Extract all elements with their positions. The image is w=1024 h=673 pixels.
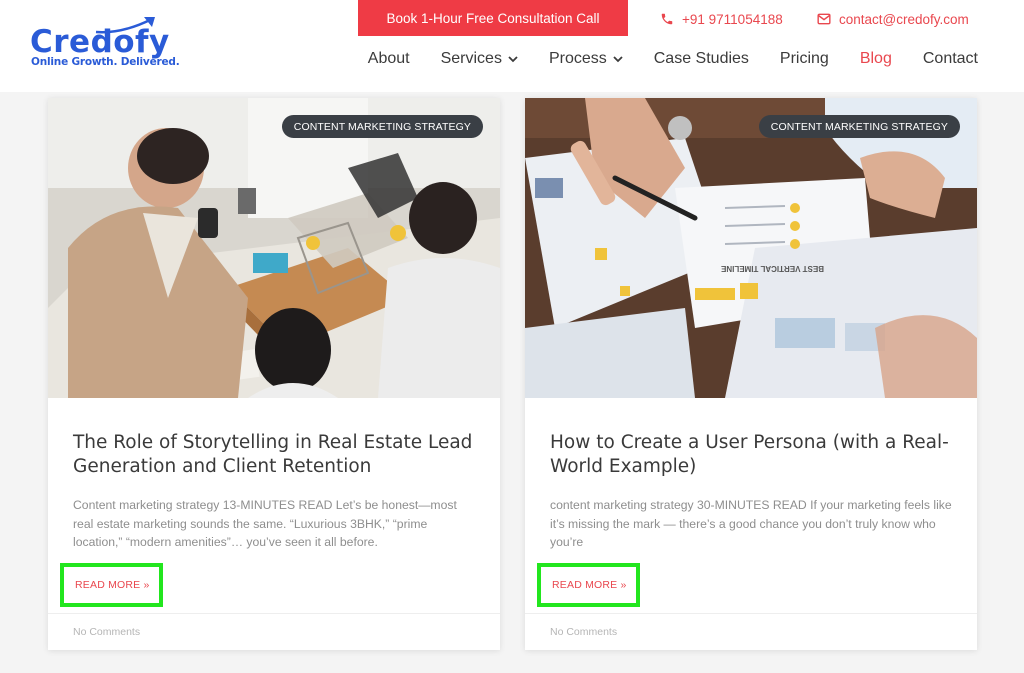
read-more-link[interactable]: READ MORE » (537, 563, 640, 607)
card-divider (48, 613, 500, 614)
blog-post-card: BEST VERTICAL TIMELINE CONTENT MARKETING… (525, 98, 977, 650)
nav-item-case-studies[interactable]: Case Studies (654, 50, 749, 68)
real-estate-meeting-image (48, 98, 500, 398)
category-label: CONTENT MARKETING STRATEGY (293, 120, 471, 133)
email-address: contact@credofy.com (839, 11, 969, 27)
blog-post-card: CONTENT MARKETING STRATEGY The Role of S… (48, 98, 500, 650)
nav-label: Contact (922, 50, 978, 67)
post-title[interactable]: How to Create a User Persona (with a Rea… (550, 431, 960, 479)
credofy-logo[interactable]: Credofy Online Growth. Delivered. (30, 14, 180, 70)
envelope-icon (817, 13, 831, 25)
timeline-heading: BEST VERTICAL TIMELINE (720, 264, 824, 273)
nav-label: About (367, 50, 410, 67)
post-thumbnail[interactable]: CONTENT MARKETING STRATEGY (48, 98, 500, 398)
book-consultation-button[interactable]: Book 1-Hour Free Consultation Call (358, 0, 628, 36)
comments-count: No Comments (550, 626, 618, 638)
chevron-down-icon (613, 56, 623, 63)
read-more-label: READ MORE » (75, 579, 150, 591)
post-thumbnail[interactable]: BEST VERTICAL TIMELINE CONTENT MARKETING… (525, 98, 977, 398)
read-more-link[interactable]: READ MORE » (60, 563, 163, 607)
post-title[interactable]: The Role of Storytelling in Real Estate … (73, 431, 483, 479)
phone-link[interactable]: +91 9711054188 (660, 10, 783, 28)
card-divider (525, 613, 977, 614)
user-persona-planning-image: BEST VERTICAL TIMELINE (525, 98, 977, 398)
phone-icon (661, 13, 673, 25)
nav-item-contact[interactable]: Contact (923, 50, 978, 68)
email-link[interactable]: contact@credofy.com (817, 10, 969, 28)
nav-item-pricing[interactable]: Pricing (780, 50, 829, 68)
chevron-down-icon (508, 56, 518, 63)
nav-label: Pricing (779, 50, 829, 67)
post-excerpt: content marketing strategy 30-MINUTES RE… (550, 498, 952, 549)
book-consultation-label: Book 1-Hour Free Consultation Call (386, 10, 600, 26)
nav-label: Process (548, 50, 607, 67)
site-header: Credofy Online Growth. Delivered. Book 1… (0, 0, 1024, 92)
nav-item-about[interactable]: About (368, 50, 410, 68)
growth-arrow-icon (95, 17, 155, 34)
read-more-label: READ MORE » (552, 579, 627, 591)
nav-label: Services (440, 50, 502, 67)
nav-item-blog[interactable]: Blog (860, 50, 892, 68)
logo-tagline: Online Growth. Delivered. (31, 56, 180, 68)
phone-number: +91 9711054188 (682, 11, 783, 27)
nav-label: Blog (859, 50, 892, 67)
category-label: CONTENT MARKETING STRATEGY (770, 120, 948, 133)
nav-label: Case Studies (653, 50, 749, 67)
nav-item-process[interactable]: Process (549, 50, 623, 68)
nav-item-services[interactable]: Services (441, 50, 518, 68)
comments-count: No Comments (73, 626, 141, 638)
main-nav: About Services Process Case Studies Pric… (337, 48, 978, 70)
post-excerpt: Content marketing strategy 13-MINUTES RE… (73, 498, 457, 549)
category-badge[interactable]: CONTENT MARKETING STRATEGY (281, 115, 483, 138)
category-badge[interactable]: CONTENT MARKETING STRATEGY (758, 115, 960, 138)
